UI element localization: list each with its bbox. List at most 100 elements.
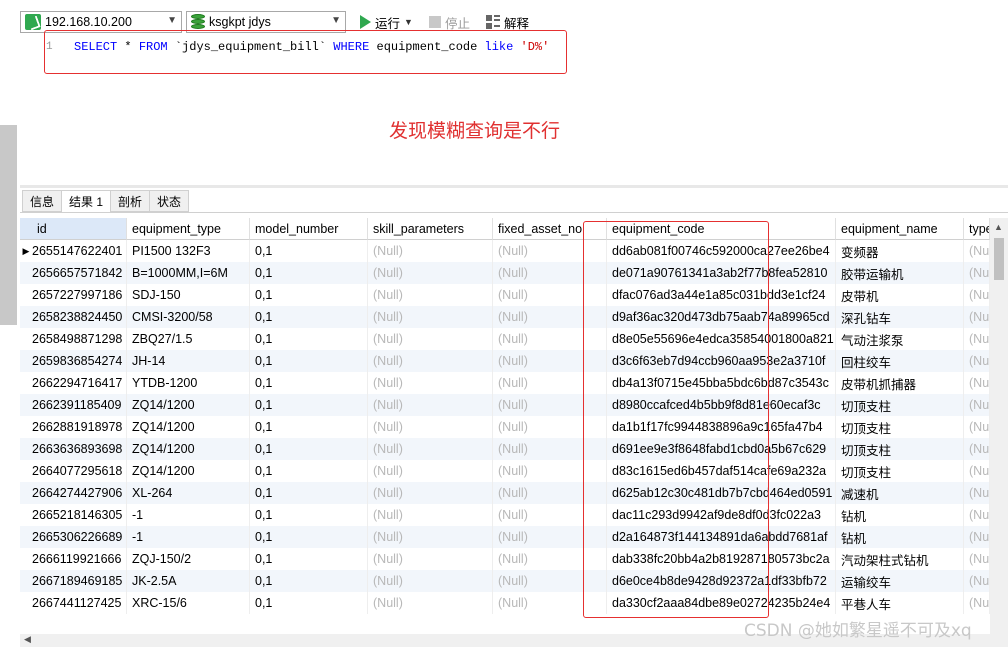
cell-id[interactable]: 2656657571842 — [20, 262, 127, 284]
cell-skill-parameters[interactable]: (Null) — [368, 592, 493, 614]
cell-type[interactable]: (Nu — [964, 416, 990, 438]
cell-skill-parameters[interactable]: (Null) — [368, 482, 493, 504]
cell-equipment-name[interactable]: 变频器 — [836, 240, 964, 262]
cell-equipment-type[interactable]: YTDB-1200 — [127, 372, 250, 394]
cell-model-number[interactable]: 0,1 — [250, 460, 368, 482]
cell-id[interactable]: 2664274427906 — [20, 482, 127, 504]
cell-type[interactable]: (Nu — [964, 372, 990, 394]
cell-model-number[interactable]: 0,1 — [250, 284, 368, 306]
column-header-skill-parameters[interactable]: skill_parameters — [368, 218, 493, 240]
table-row[interactable]: 2663636893698 ZQ14/1200 0,1 (Null) (Null) d69… — [20, 438, 990, 460]
cell-equipment-name[interactable]: 减速机 — [836, 482, 964, 504]
column-header-equipment-type[interactable]: equipment_type — [127, 218, 250, 240]
cell-model-number[interactable]: 0,1 — [250, 548, 368, 570]
cell-equipment-type[interactable]: ZBQ27/1.5 — [127, 328, 250, 350]
cell-equipment-type[interactable]: PI1500 132F3 — [127, 240, 250, 262]
cell-model-number[interactable]: 0,1 — [250, 592, 368, 614]
cell-equipment-type[interactable]: ZQ14/1200 — [127, 460, 250, 482]
cell-equipment-name[interactable]: 皮带机 — [836, 284, 964, 306]
cell-id[interactable]: 2662391185409 — [20, 394, 127, 416]
cell-equipment-name[interactable]: 气动注浆泵 — [836, 328, 964, 350]
cell-skill-parameters[interactable]: (Null) — [368, 372, 493, 394]
cell-equipment-name[interactable]: 胶带运输机 — [836, 262, 964, 284]
table-row[interactable]: 2665306226689 -1 0,1 (Null) (Null) d2a164873f… — [20, 526, 990, 548]
cell-id[interactable]: 2658498871298 — [20, 328, 127, 350]
cell-id[interactable]: 2657227997186 — [20, 284, 127, 306]
cell-id[interactable]: 2665306226689 — [20, 526, 127, 548]
chevron-down-icon[interactable]: ▼ — [167, 15, 177, 26]
cell-id[interactable]: 2655147622401 — [20, 240, 127, 262]
table-row[interactable]: 2667441127425 XRC-15/6 0,1 (Null) (Null) da33… — [20, 592, 990, 614]
cell-type[interactable]: (Nu — [964, 350, 990, 372]
tab-profile[interactable]: 剖析 — [110, 190, 151, 212]
cell-model-number[interactable]: 0,1 — [250, 372, 368, 394]
cell-skill-parameters[interactable]: (Null) — [368, 350, 493, 372]
cell-equipment-type[interactable]: XRC-15/6 — [127, 592, 250, 614]
cell-skill-parameters[interactable]: (Null) — [368, 394, 493, 416]
table-row[interactable]: ▶ 2655147622401 PI1500 132F3 0,1 (Null) (Null… — [20, 240, 990, 262]
cell-type[interactable]: (Nu — [964, 570, 990, 592]
cell-equipment-type[interactable]: XL-264 — [127, 482, 250, 504]
cell-equipment-name[interactable]: 切顶支柱 — [836, 416, 964, 438]
cell-id[interactable]: 2662881918978 — [20, 416, 127, 438]
cell-skill-parameters[interactable]: (Null) — [368, 504, 493, 526]
cell-equipment-type[interactable]: B=1000MM,I=6M — [127, 262, 250, 284]
cell-type[interactable]: (Nu — [964, 284, 990, 306]
cell-skill-parameters[interactable]: (Null) — [368, 460, 493, 482]
cell-equipment-type[interactable]: JK-2.5A — [127, 570, 250, 592]
cell-skill-parameters[interactable]: (Null) — [368, 570, 493, 592]
column-header-equipment-name[interactable]: equipment_name — [836, 218, 964, 240]
result-grid[interactable]: id equipment_type model_number skill_par… — [20, 218, 990, 634]
cell-equipment-name[interactable]: 运输绞车 — [836, 570, 964, 592]
cell-equipment-name[interactable]: 钻机 — [836, 526, 964, 548]
cell-model-number[interactable]: 0,1 — [250, 570, 368, 592]
cell-type[interactable]: (Nu — [964, 262, 990, 284]
run-dropdown-icon[interactable]: ▼ — [404, 17, 413, 27]
cell-type[interactable]: (Nu — [964, 482, 990, 504]
table-row[interactable]: 2657227997186 SDJ-150 0,1 (Null) (Null) dfac0… — [20, 284, 990, 306]
cell-equipment-name[interactable]: 深孔钻车 — [836, 306, 964, 328]
cell-type[interactable]: (Nu — [964, 526, 990, 548]
cell-equipment-type[interactable]: JH-14 — [127, 350, 250, 372]
cell-id[interactable]: 2666119921666 — [20, 548, 127, 570]
cell-model-number[interactable]: 0,1 — [250, 240, 368, 262]
cell-type[interactable]: (Nu — [964, 240, 990, 262]
cell-model-number[interactable]: 0,1 — [250, 504, 368, 526]
table-row[interactable]: 2666119921666 ZQJ-150/2 0,1 (Null) (Null) dab… — [20, 548, 990, 570]
cell-type[interactable]: (Nu — [964, 548, 990, 570]
cell-type[interactable]: (Nu — [964, 306, 990, 328]
table-row[interactable]: 2667189469185 JK-2.5A 0,1 (Null) (Null) d6e0c… — [20, 570, 990, 592]
cell-equipment-name[interactable]: 切顶支柱 — [836, 394, 964, 416]
scroll-thumb[interactable] — [994, 238, 1004, 280]
cell-model-number[interactable]: 0,1 — [250, 438, 368, 460]
cell-equipment-type[interactable]: CMSI-3200/58 — [127, 306, 250, 328]
cell-type[interactable]: (Nu — [964, 460, 990, 482]
cell-skill-parameters[interactable]: (Null) — [368, 240, 493, 262]
tab-status[interactable]: 状态 — [149, 190, 190, 212]
cell-model-number[interactable]: 0,1 — [250, 416, 368, 438]
cell-skill-parameters[interactable]: (Null) — [368, 526, 493, 548]
cell-skill-parameters[interactable]: (Null) — [368, 328, 493, 350]
table-row[interactable]: 2658498871298 ZBQ27/1.5 0,1 (Null) (Null) d8e… — [20, 328, 990, 350]
cell-equipment-type[interactable]: ZQ14/1200 — [127, 416, 250, 438]
cell-equipment-name[interactable]: 切顶支柱 — [836, 460, 964, 482]
cell-skill-parameters[interactable]: (Null) — [368, 262, 493, 284]
cell-model-number[interactable]: 0,1 — [250, 328, 368, 350]
chevron-down-icon[interactable]: ▼ — [331, 15, 341, 26]
cell-equipment-name[interactable]: 皮带机抓捕器 — [836, 372, 964, 394]
cell-equipment-name[interactable]: 钻机 — [836, 504, 964, 526]
cell-equipment-name[interactable]: 回柱绞车 — [836, 350, 964, 372]
cell-skill-parameters[interactable]: (Null) — [368, 306, 493, 328]
cell-equipment-type[interactable]: ZQJ-150/2 — [127, 548, 250, 570]
scroll-up-icon[interactable]: ▲ — [994, 222, 1003, 232]
table-row[interactable]: 2659836854274 JH-14 0,1 (Null) (Null) d3c6f63… — [20, 350, 990, 372]
cell-id[interactable]: 2659836854274 — [20, 350, 127, 372]
cell-equipment-type[interactable]: -1 — [127, 526, 250, 548]
cell-equipment-name[interactable]: 汽动架柱式钻机 — [836, 548, 964, 570]
cell-skill-parameters[interactable]: (Null) — [368, 416, 493, 438]
table-row[interactable]: 2664274427906 XL-264 0,1 (Null) (Null) d625ab… — [20, 482, 990, 504]
cell-skill-parameters[interactable]: (Null) — [368, 284, 493, 306]
cell-model-number[interactable]: 0,1 — [250, 482, 368, 504]
cell-type[interactable]: (Nu — [964, 438, 990, 460]
cell-equipment-type[interactable]: ZQ14/1200 — [127, 394, 250, 416]
